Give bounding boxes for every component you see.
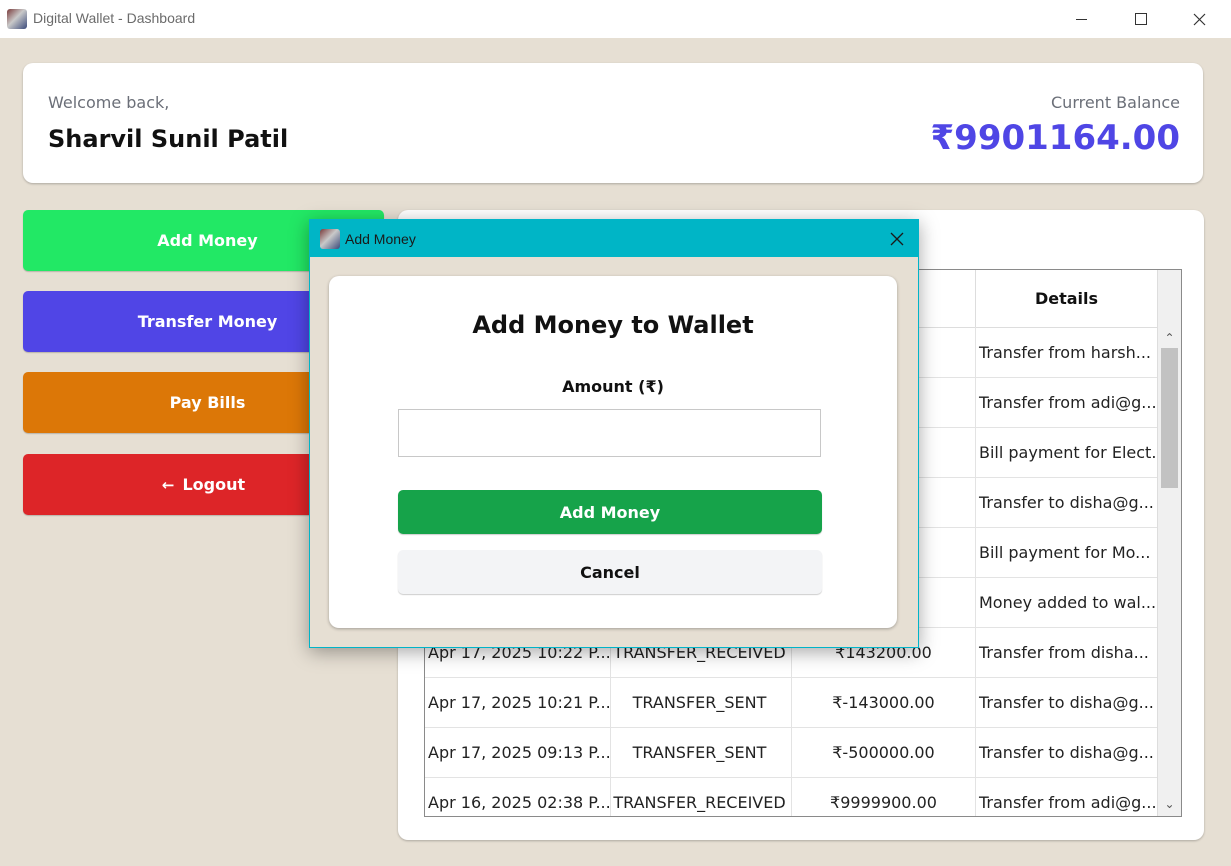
cell-type: TRANSFER_SENT [608, 727, 792, 777]
logout-label: Logout [182, 475, 246, 494]
cell-amount: ₹9999900.00 [792, 777, 976, 816]
cell-amount: ₹-143000.00 [792, 677, 976, 727]
dialog-close-button[interactable] [887, 229, 907, 249]
balance-value: ₹9901164.00 [930, 118, 1181, 158]
balance-label: Current Balance [1051, 93, 1180, 112]
scroll-down-icon[interactable]: ⌄ [1162, 796, 1177, 811]
close-icon [890, 232, 904, 246]
cell-details: Bill payment for Elect... [979, 442, 1160, 462]
amount-input[interactable] [398, 409, 821, 457]
cancel-button[interactable]: Cancel [398, 550, 822, 594]
maximize-button[interactable] [1118, 0, 1164, 38]
welcome-card: Welcome back, Sharvil Sunil Patil Curren… [23, 63, 1203, 183]
add-money-dialog: Add Money Add Money to Wallet Amount (₹)… [309, 219, 919, 648]
window-titlebar: Digital Wallet - Dashboard [0, 0, 1231, 38]
dialog-panel: Add Money to Wallet Amount (₹) Add Money… [329, 276, 897, 628]
amount-label: Amount (₹) [562, 377, 664, 396]
submit-add-money-button[interactable]: Add Money [398, 490, 822, 534]
dialog-titlebar: Add Money [310, 220, 918, 257]
cell-details: Bill payment for Mo... [979, 542, 1151, 562]
minimize-button[interactable] [1058, 0, 1104, 38]
transfer-money-label: Transfer Money [137, 312, 278, 331]
dialog-title: Add Money [345, 231, 416, 247]
cell-details: Transfer to disha@g... [979, 692, 1154, 712]
cell-details: Money added to wal... [979, 592, 1157, 612]
cell-details: Transfer from disha... [979, 642, 1149, 662]
cell-details: Transfer from adi@g... [979, 792, 1157, 812]
pay-bills-label: Pay Bills [169, 393, 246, 412]
cell-details: Transfer from harsh... [979, 342, 1151, 362]
maximize-icon [1135, 13, 1147, 25]
add-money-label: Add Money [157, 231, 258, 250]
close-icon [1193, 13, 1205, 25]
welcome-text: Welcome back, [48, 93, 170, 112]
cell-amount: ₹-500000.00 [792, 727, 976, 777]
table-row[interactable]: Apr 17, 2025 10:21 P... TRANSFER_SENT ₹-14… [425, 677, 1157, 728]
minimize-icon [1075, 18, 1087, 20]
cell-type: TRANSFER_RECEIVED [608, 777, 792, 816]
column-header-details[interactable]: Details [976, 270, 1157, 327]
scroll-up-icon[interactable]: ⌃ [1162, 330, 1177, 345]
cell-details: Transfer from adi@g... [979, 392, 1157, 412]
cell-date: Apr 17, 2025 09:13 P... [425, 727, 611, 777]
close-window-button[interactable] [1176, 0, 1222, 38]
cell-details: Transfer to disha@g... [979, 742, 1154, 762]
window-title: Digital Wallet - Dashboard [33, 10, 196, 26]
table-scrollbar[interactable]: ⌃ ⌄ [1157, 270, 1181, 816]
app-icon [320, 229, 340, 249]
cell-date: Apr 17, 2025 10:21 P... [425, 677, 611, 727]
table-row[interactable]: Apr 17, 2025 09:13 P... TRANSFER_SENT ₹-50… [425, 727, 1157, 778]
arrow-left-icon: ← [161, 475, 175, 494]
cell-details: Transfer to disha@g... [979, 492, 1154, 512]
cell-date: Apr 16, 2025 02:38 P... [425, 777, 611, 816]
table-row[interactable]: Apr 16, 2025 02:38 P... TRANSFER_RECEIVED… [425, 777, 1157, 816]
dialog-heading: Add Money to Wallet [472, 311, 754, 339]
cell-type: TRANSFER_SENT [608, 677, 792, 727]
scroll-thumb[interactable] [1161, 348, 1178, 488]
app-icon [7, 9, 27, 29]
user-name: Sharvil Sunil Patil [48, 125, 289, 153]
